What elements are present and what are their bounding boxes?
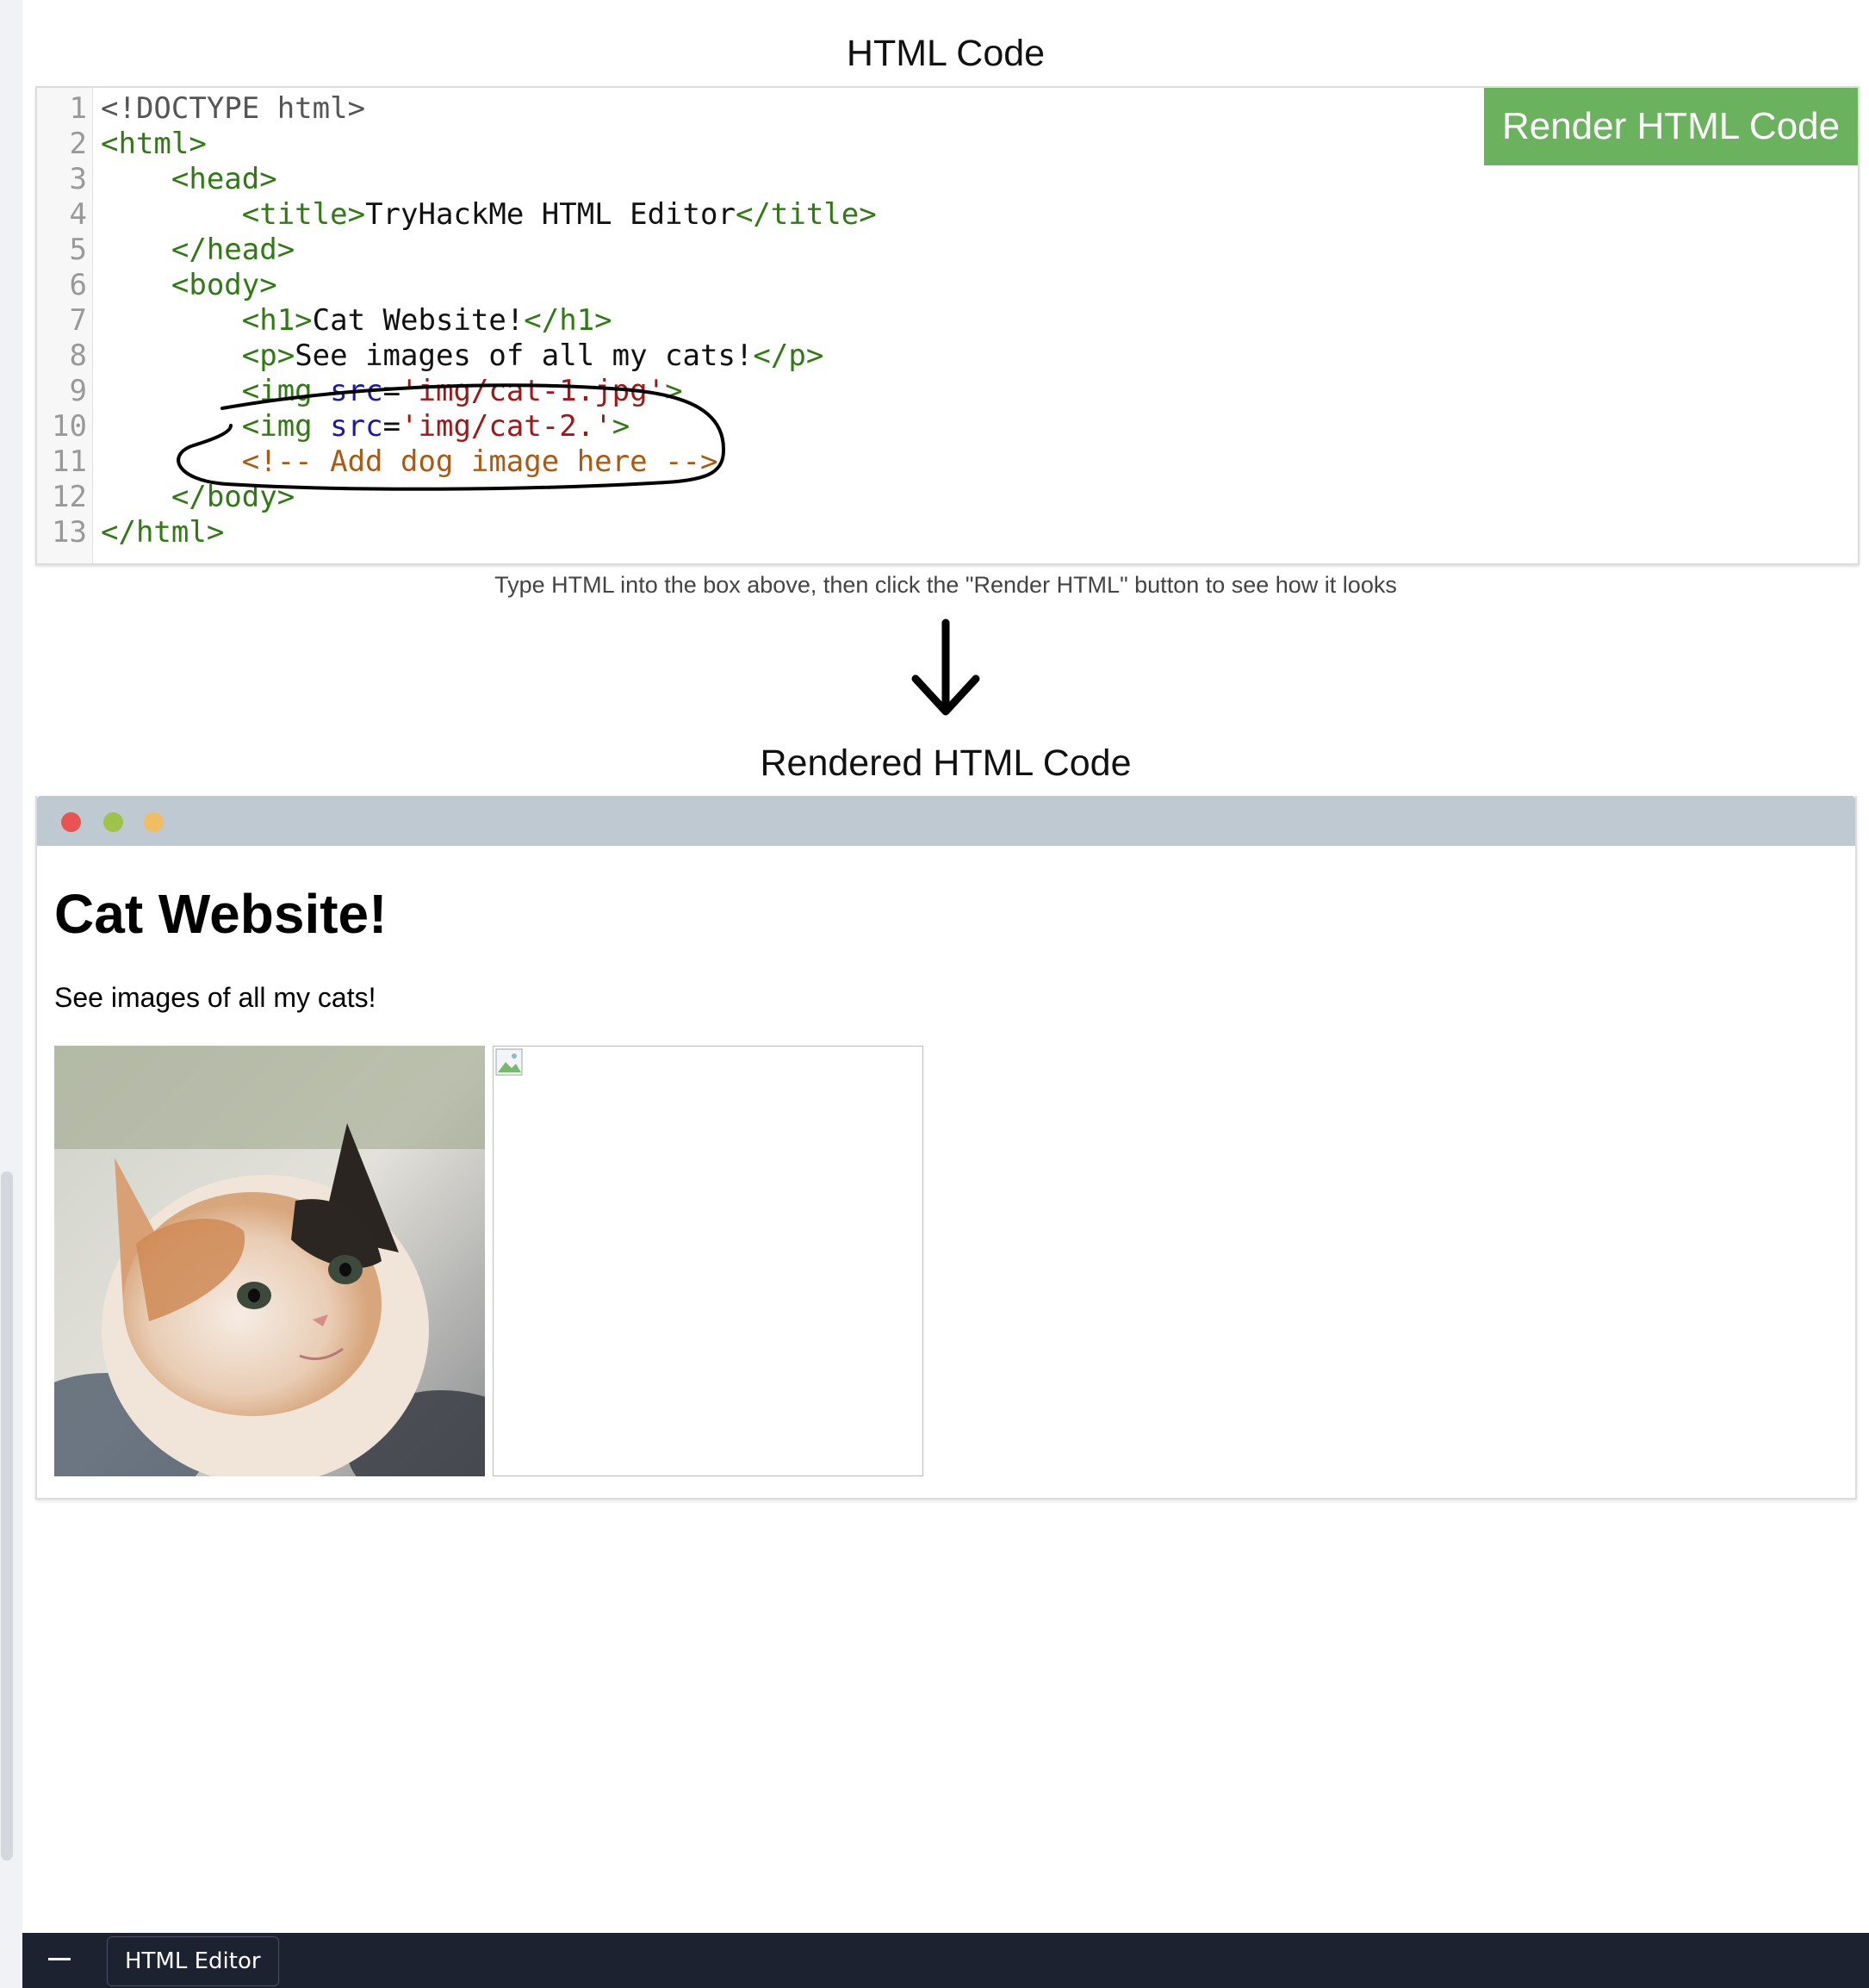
window-minimize-dot bbox=[144, 812, 164, 832]
rendered-html-title: Rendered HTML Code bbox=[760, 742, 1132, 784]
cat-image bbox=[54, 1046, 485, 1476]
hand-drawn-circle-annotation bbox=[177, 383, 726, 491]
minimize-icon[interactable] bbox=[48, 1958, 71, 1960]
rendered-preview-window: Cat Website! See images of all my cats! bbox=[35, 796, 1857, 1500]
rendered-heading: Cat Website! bbox=[54, 883, 388, 945]
code-editor[interactable]: 1 2 3 4 5 6 7 8 9 10 11 12 13 <!DOCTYPE … bbox=[35, 86, 1860, 565]
editor-hint-text: Type HTML into the box above, then click… bbox=[494, 572, 1397, 598]
window-maximize-dot bbox=[103, 812, 123, 832]
broken-image-placeholder bbox=[493, 1046, 923, 1476]
left-scrollbar-track[interactable] bbox=[0, 0, 22, 1988]
rendered-paragraph: See images of all my cats! bbox=[54, 982, 376, 1013]
taskbar: HTML Editor bbox=[22, 1933, 1869, 1988]
down-arrow-icon bbox=[911, 618, 980, 716]
broken-image-icon bbox=[495, 1048, 523, 1076]
left-scrollbar-thumb[interactable] bbox=[1, 1171, 13, 1861]
window-close-dot bbox=[61, 812, 81, 832]
browser-title-bar bbox=[37, 796, 1855, 846]
taskbar-html-editor-button[interactable]: HTML Editor bbox=[107, 1936, 279, 1986]
html-code-title: HTML Code bbox=[846, 33, 1046, 74]
